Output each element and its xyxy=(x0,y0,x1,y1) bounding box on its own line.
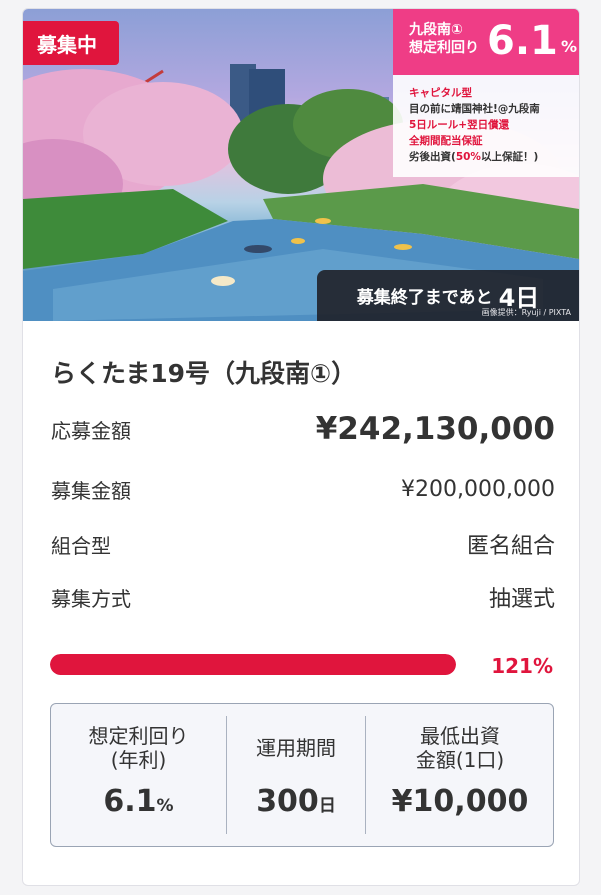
feature-list: キャピタル型 目の前に靖国神社!@九段南 5日ルール+翌日償還 全期間配当保証 … xyxy=(393,75,579,177)
feature-item: 目の前に靖国神社!@九段南 xyxy=(409,103,540,115)
status-badge: 募集中 xyxy=(23,21,119,65)
yield-value: 6.1 xyxy=(487,18,558,64)
yield-badge: 九段南① 想定利回り 6.1 % xyxy=(393,9,579,75)
stat-yield: 想定利回り (年利) 6.1% xyxy=(88,724,189,819)
stat-minimum-investment: 最低出資 金額(1口) ¥10,000 xyxy=(391,724,529,819)
feature-item: 全期間配当保証 xyxy=(409,135,483,147)
feature-item: キャピタル型 xyxy=(409,87,472,99)
progress-fill xyxy=(50,654,456,675)
feature-item: 5日ルール+翌日償還 xyxy=(409,119,510,131)
fund-title[interactable]: らくたま19号（九段南①） xyxy=(51,354,356,390)
yield-name: 九段南① 想定利回り xyxy=(409,22,479,56)
progress-bar xyxy=(50,654,456,675)
fund-card[interactable]: 募集中 九段南① 想定利回り 6.1 % キャピタル型 目の前に靖国神社!@九段… xyxy=(22,8,580,886)
feature-item: 劣後出資(50%以上保証！) xyxy=(409,151,539,163)
row-applied-amount: 応募金額 ¥242,130,000 xyxy=(51,411,555,447)
yield-unit: % xyxy=(561,37,578,56)
countdown-label: 募集終了まであと xyxy=(356,288,493,308)
image-credit: 画像提供：Ryuji / PIXTA xyxy=(481,308,571,317)
hero-image: 募集中 九段南① 想定利回り 6.1 % キャピタル型 目の前に靖国神社!@九段… xyxy=(23,9,579,321)
row-selection-method: 募集方式 抽選式 xyxy=(51,586,555,613)
stat-period: 運用期間 300日 xyxy=(256,736,336,819)
row-target-amount: 募集金額 ¥200,000,000 xyxy=(51,477,555,503)
progress-percent: 121% xyxy=(491,654,553,678)
stats-panel: 想定利回り (年利) 6.1% 運用期間 300日 最低出資 金額(1口) ¥1… xyxy=(50,703,554,847)
row-partnership-type: 組合型 匿名組合 xyxy=(51,533,555,560)
